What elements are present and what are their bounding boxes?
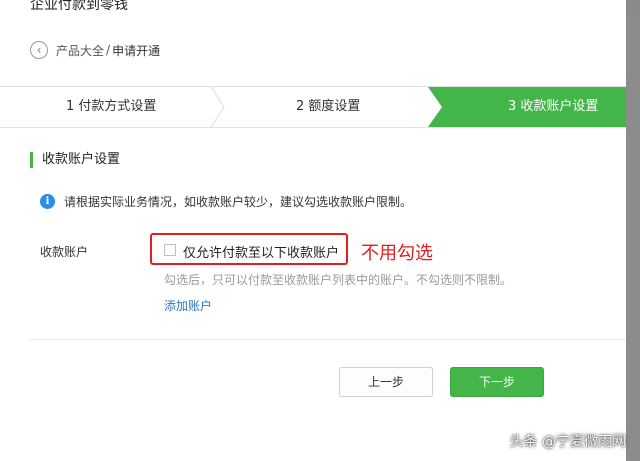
restrict-accounts-label[interactable]: 仅允许付款至以下收款账户: [183, 242, 339, 261]
step-limit: 2 额度设置: [296, 99, 361, 114]
next-step-button[interactable]: 下一步: [450, 367, 544, 397]
chevron-left-icon[interactable]: ‹: [30, 41, 48, 59]
restrict-accounts-checkbox[interactable]: [164, 244, 176, 256]
breadcrumb-current: 申请开通: [112, 43, 161, 58]
steps-bar: 1 付款方式设置 2 额度设置 3 收款账户设置: [0, 86, 626, 128]
footer-divider: [30, 339, 626, 340]
prev-step-button[interactable]: 上一步: [339, 367, 433, 397]
breadcrumb-separator: /: [106, 43, 111, 57]
receiving-account-label: 收款账户: [40, 245, 89, 259]
dialog: 企业付款到零钱 ‹ 产品大全 / 申请开通 1 付款方式设置 2 额度设置 3 …: [0, 0, 626, 461]
help-text: 勾选后，只可以付款至收款账户列表中的账户。不勾选则不限制。: [164, 273, 513, 287]
dialog-title: 企业付款到零钱: [30, 0, 128, 13]
info-text: 请根据实际业务情况，如收款账户较少，建议勾选收款账户限制。: [64, 195, 413, 209]
step-divider-icon: [210, 87, 225, 127]
breadcrumb-parent[interactable]: 产品大全: [56, 42, 104, 59]
step-receiving-account: 3 收款账户设置: [508, 99, 599, 114]
section-title: 收款账户设置: [30, 152, 120, 168]
watermark: 头条 @宁夏微雨网: [509, 434, 626, 450]
info-notice: i 请根据实际业务情况，如收款账户较少，建议勾选收款账户限制。: [40, 193, 412, 210]
background-page-edge: [626, 14, 640, 461]
breadcrumb: ‹ 产品大全 / 申请开通: [30, 40, 160, 60]
step-payment-method: 1 付款方式设置: [66, 99, 157, 114]
info-icon: i: [40, 194, 55, 209]
add-account-link[interactable]: 添加账户: [164, 297, 212, 314]
annotation-text: 不用勾选: [361, 243, 433, 264]
